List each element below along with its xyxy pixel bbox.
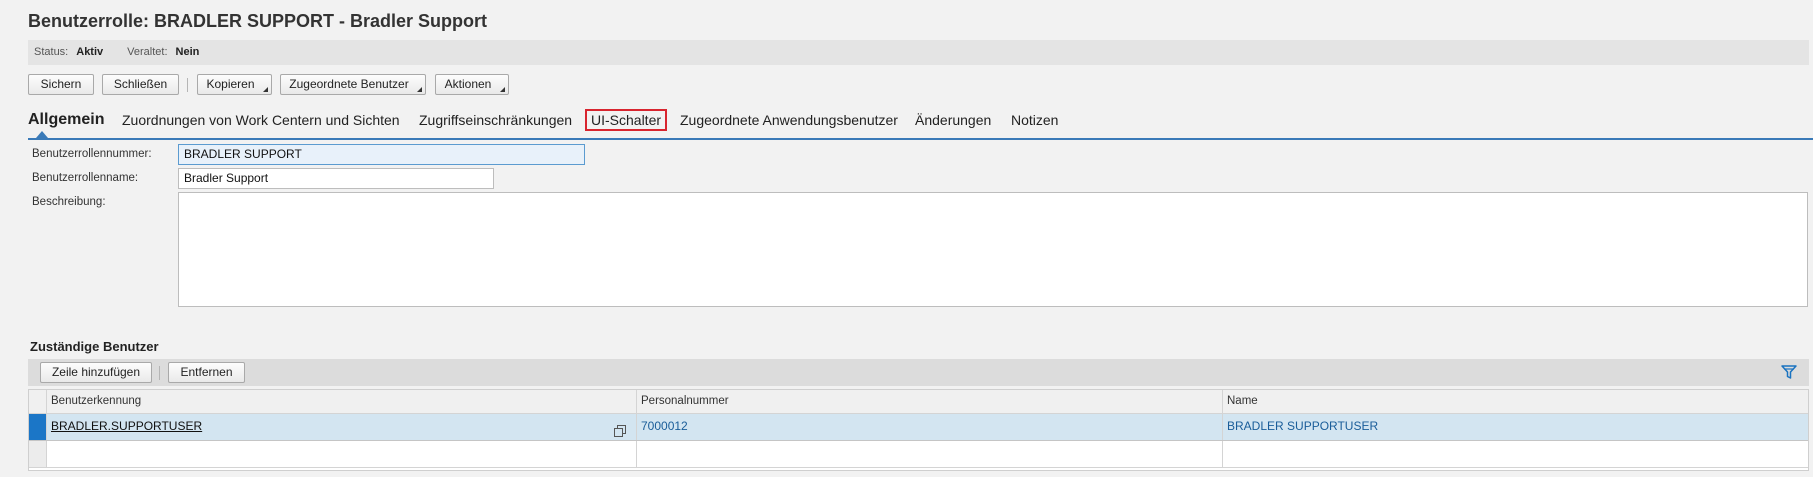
tab-strip: Allgemein Zuordnungen von Work Centern u… [28, 108, 1813, 140]
tab-access-restrictions[interactable]: Zugriffseinschränkungen [419, 112, 572, 128]
description-label: Beschreibung: [32, 196, 106, 208]
role-number-field[interactable]: BRADLER SUPPORT [178, 144, 585, 165]
personnel-number-cell[interactable]: 7000012 [636, 414, 1222, 440]
assigned-users-menu-label: Zugeordnete Benutzer [289, 77, 409, 91]
actions-menu-label: Aktionen [444, 77, 492, 91]
responsible-users-title: Zuständige Benutzer [30, 339, 159, 354]
close-button[interactable]: Schließen [102, 74, 179, 95]
table-row[interactable]: BRADLER.SUPPORTUSER 7000012 BRADLER SUPP… [29, 414, 1808, 441]
dropdown-triangle-icon [263, 87, 268, 92]
copy-menu-label: Kopieren [206, 77, 255, 91]
save-button[interactable]: Sichern [28, 74, 94, 95]
add-row-button[interactable]: Zeile hinzufügen [40, 362, 152, 383]
toolbar-separator [187, 78, 188, 92]
role-name-field[interactable]: Bradler Support [178, 168, 494, 189]
copy-menu-button[interactable]: Kopieren [197, 74, 272, 95]
active-tab-indicator [36, 131, 48, 138]
description-textarea[interactable] [178, 192, 1808, 307]
column-header-name[interactable]: Name [1222, 390, 1808, 413]
column-header-user-id[interactable]: Benutzerkennung [46, 390, 636, 413]
tab-changes[interactable]: Änderungen [915, 112, 991, 128]
row-selector[interactable] [29, 441, 46, 467]
column-header-personnel-number[interactable]: Personalnummer [636, 390, 1222, 413]
toolbar-separator [159, 366, 160, 380]
user-id-cell: BRADLER.SUPPORTUSER [46, 414, 636, 440]
empty-cell [46, 441, 636, 467]
table-row[interactable] [29, 441, 1808, 468]
empty-cell [636, 441, 1222, 467]
tab-assigned-application-users[interactable]: Zugeordnete Anwendungsbenutzer [680, 112, 898, 128]
status-label: Status: [34, 46, 69, 58]
status-bar: Status: Aktiv Veraltet: Nein [28, 40, 1809, 65]
tab-work-center-assignments[interactable]: Zuordnungen von Work Centern und Sichten [122, 112, 400, 128]
empty-cell [1222, 441, 1808, 467]
obsolete-value: Nein [175, 46, 200, 58]
filter-icon[interactable] [1781, 365, 1797, 385]
obsolete-label: Veraltet: [127, 46, 168, 58]
dropdown-triangle-icon [417, 87, 422, 92]
role-number-label: Benutzerrollennummer: [32, 148, 152, 160]
remove-button[interactable]: Entfernen [168, 362, 245, 383]
responsible-users-toolbar: Zeile hinzufügen Entfernen [28, 359, 1809, 386]
responsible-users-table: Benutzerkennung Personalnummer Name BRAD… [28, 389, 1809, 471]
dropdown-triangle-icon [500, 87, 505, 92]
table-header: Benutzerkennung Personalnummer Name [29, 390, 1808, 414]
tab-general[interactable]: Allgemein [28, 111, 104, 129]
row-selector[interactable] [29, 414, 46, 440]
tab-ui-switches[interactable]: UI-Schalter [585, 109, 668, 131]
status-value: Aktiv [76, 46, 104, 58]
actions-menu-button[interactable]: Aktionen [435, 74, 509, 95]
role-name-label: Benutzerrollenname: [32, 172, 139, 184]
user-id-link[interactable]: BRADLER.SUPPORTUSER [51, 419, 202, 433]
assigned-users-menu-button[interactable]: Zugeordnete Benutzer [280, 74, 426, 95]
tab-notes[interactable]: Notizen [1011, 112, 1058, 128]
name-cell[interactable]: BRADLER SUPPORTUSER [1222, 414, 1808, 440]
page-title: Benutzerrolle: BRADLER SUPPORT - Bradler… [28, 11, 488, 31]
